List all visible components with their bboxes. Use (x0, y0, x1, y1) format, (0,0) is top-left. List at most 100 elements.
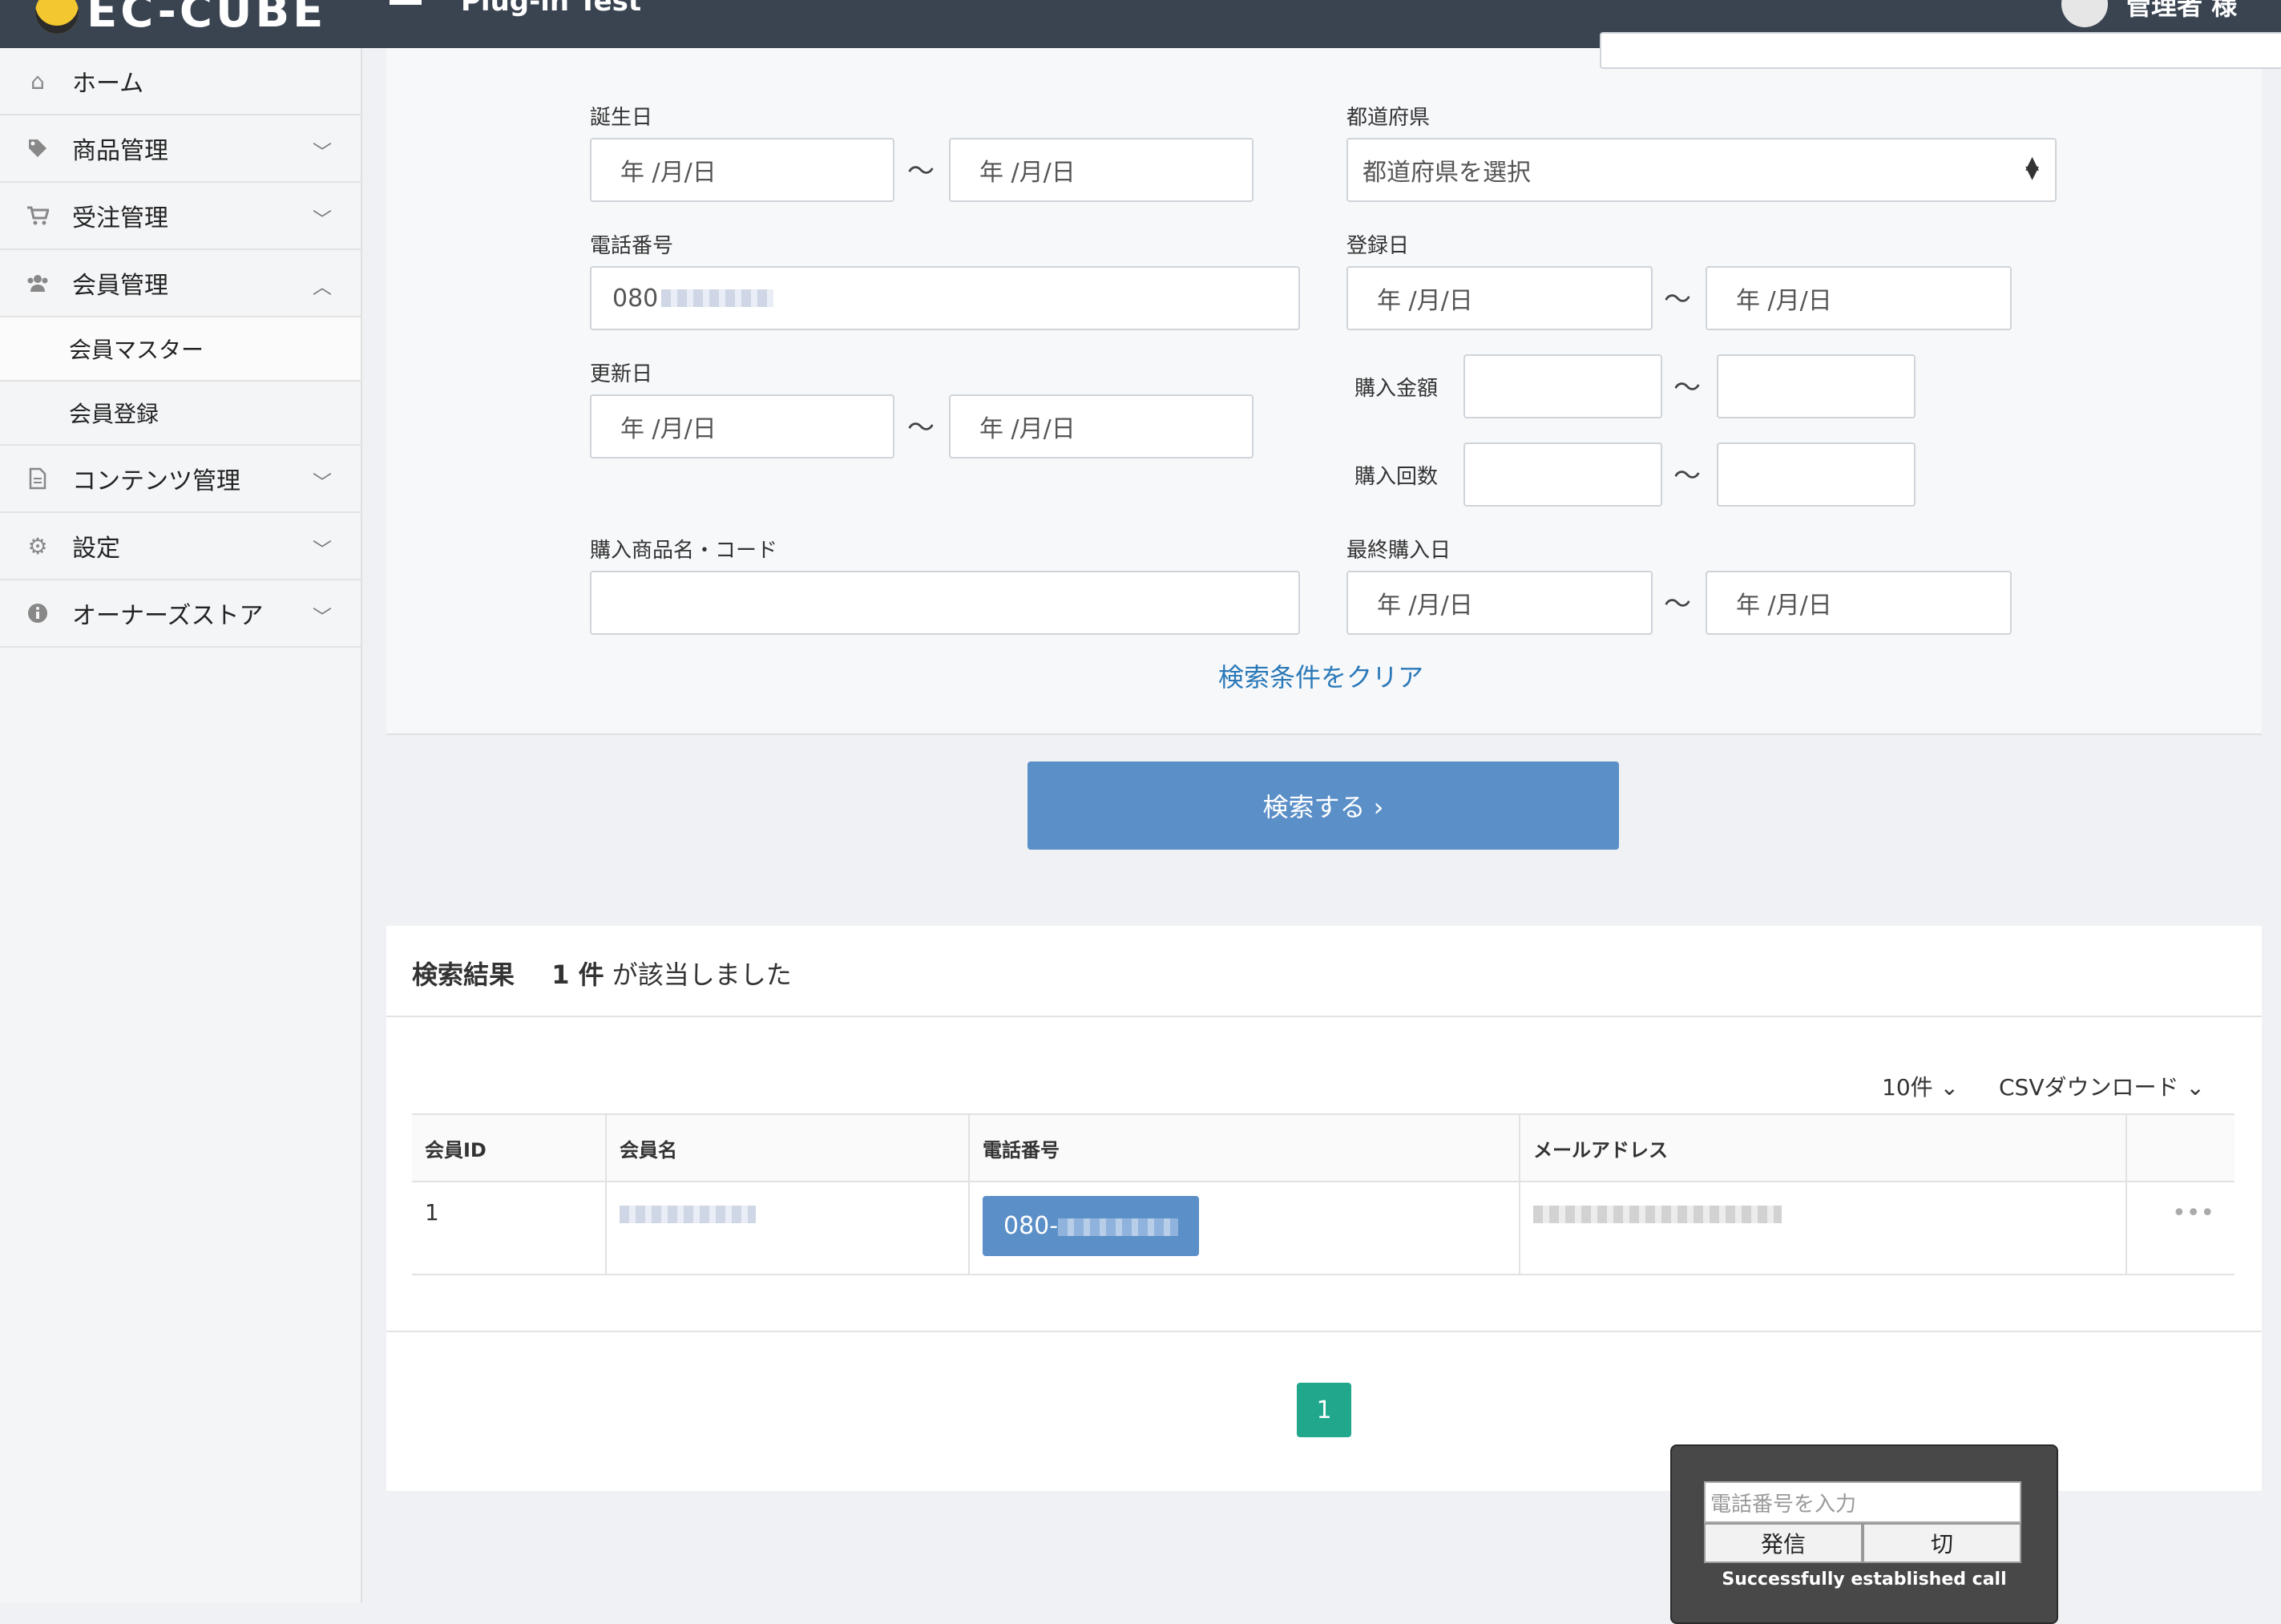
logo[interactable]: EC-CUBE (35, 0, 326, 38)
home-icon: ⌂ (30, 67, 45, 95)
phone-call-button[interactable]: 080- (983, 1196, 1200, 1256)
sidebar-item-label: 会員管理 (72, 272, 168, 300)
member-id-cell: 1 (412, 1182, 607, 1275)
divider (386, 1016, 2262, 1017)
sidebar-item-label: 受注管理 (72, 204, 168, 232)
phone-value: 080 (612, 284, 659, 313)
info-icon (26, 601, 50, 625)
phone-cell: 080- (969, 1182, 1520, 1275)
chevron-down-icon: ﹀ (313, 471, 332, 494)
purchase-count-max-input[interactable] (1717, 442, 1916, 507)
sidebar: ⌂ ホーム 商品管理 ﹀ 受注管理 ﹀ 会員管理 ︿ 会員マスター 会員登録 コ… (0, 48, 362, 1603)
phone-masked (1058, 1218, 1179, 1236)
sidebar-item-label: 設定 (72, 535, 120, 563)
purchase-count-label: 購入回数 (1354, 465, 1439, 489)
sidebar-item-orders[interactable]: 受注管理 ﹀ (0, 183, 361, 250)
birthday-end-input[interactable]: 年 /月/日 (949, 138, 1254, 202)
menu-icon[interactable] (390, 0, 422, 14)
more-actions-icon[interactable]: ••• (2140, 1199, 2234, 1227)
results-title: 検索結果 (412, 959, 515, 990)
registered-label: 登録日 (1346, 234, 1410, 258)
hangup-button[interactable]: 切 (1863, 1523, 2021, 1563)
product-label: 購入商品名・コード (590, 539, 778, 563)
prefecture-value: 都道府県を選択 (1363, 159, 1531, 187)
updated-start-input[interactable]: 年 /月/日 (590, 394, 894, 459)
range-tilde: 〜 (1664, 284, 1691, 316)
user-name[interactable]: 管理者 様 (2126, 0, 2237, 22)
column-header (2126, 1113, 2235, 1182)
sidebar-item-member-register[interactable]: 会員登録 (0, 382, 361, 446)
updated-end-input[interactable]: 年 /月/日 (949, 394, 1254, 459)
chevron-down-icon: ﹀ (313, 141, 332, 164)
sidebar-item-members[interactable]: 会員管理 ︿ (0, 250, 361, 317)
tag-icon (26, 136, 50, 160)
results-table: 会員ID 会員名 電話番号 メールアドレス 1 080- ••• (412, 1113, 2235, 1275)
phone-input[interactable]: 080 (590, 266, 1300, 330)
clear-conditions-link[interactable]: 検索条件をクリア (1218, 657, 1423, 694)
last-purchase-label: 最終購入日 (1346, 539, 1451, 563)
partial-select-top[interactable] (1600, 32, 2281, 69)
column-header: メールアドレス (1520, 1113, 2127, 1182)
divider (386, 1331, 2262, 1332)
phone-label: 電話番号 (590, 234, 674, 258)
birthday-start-input[interactable]: 年 /月/日 (590, 138, 894, 202)
range-tilde: 〜 (1664, 588, 1691, 620)
purchase-amount-label: 購入金額 (1354, 377, 1439, 401)
brand-text: EC-CUBE (87, 0, 327, 38)
chevron-down-icon: ﹀ (313, 606, 332, 628)
cart-icon (26, 204, 50, 228)
results-count: 1 件 (551, 959, 604, 990)
prefecture-label: 都道府県 (1346, 106, 1431, 130)
per-page-select[interactable]: 10件 ⌄ (1882, 1070, 1959, 1102)
last-purchase-end-input[interactable]: 年 /月/日 (1706, 571, 2012, 635)
column-header: 会員名 (606, 1113, 970, 1182)
chevron-down-icon: ﹀ (313, 539, 332, 561)
results-suffix: が該当しました (612, 959, 792, 990)
shop-title: Plug-in Test (461, 0, 642, 18)
column-header: 会員ID (412, 1113, 607, 1182)
actions-cell: ••• (2126, 1182, 2235, 1275)
search-panel: 誕生日 年 /月/日 〜 年 /月/日 都道府県 都道府県を選択 ▲ ▼ 電話番号… (386, 32, 2281, 735)
purchase-amount-max-input[interactable] (1717, 354, 1916, 418)
sidebar-item-member-master[interactable]: 会員マスター (0, 317, 361, 382)
purchase-count-min-input[interactable] (1463, 442, 1662, 507)
phone-widget: 電話番号を入力 発信 切 Successfully established ca… (1670, 1444, 2058, 1624)
last-purchase-start-input[interactable]: 年 /月/日 (1346, 571, 1653, 635)
select-arrows-icon: ▲ ▼ (2025, 153, 2039, 183)
sidebar-item-settings[interactable]: ⚙ 設定 ﹀ (0, 513, 361, 580)
search-button[interactable]: 検索する › (1027, 762, 1619, 850)
range-tilde: 〜 (1673, 372, 1701, 404)
logo-mark-icon (35, 0, 79, 34)
registered-start-input[interactable]: 年 /月/日 (1346, 266, 1653, 330)
phone-number: 080- (1003, 1212, 1059, 1240)
purchase-amount-min-input[interactable] (1463, 354, 1662, 418)
csv-download-dropdown[interactable]: CSVダウンロード ⌄ (1999, 1070, 2205, 1102)
phone-masked (661, 289, 774, 307)
registered-end-input[interactable]: 年 /月/日 (1706, 266, 2012, 330)
sidebar-item-owners-store[interactable]: オーナーズストア ﹀ (0, 580, 361, 648)
range-tilde: 〜 (1673, 460, 1701, 492)
phone-number-input[interactable]: 電話番号を入力 (1704, 1481, 2021, 1523)
results-panel: 検索結果 1 件 が該当しました 10件 ⌄ CSVダウンロード ⌄ 会員ID … (386, 926, 2262, 1491)
sidebar-item-label: オーナーズストア (72, 602, 264, 630)
column-header: 電話番号 (969, 1113, 1520, 1182)
range-tilde: 〜 (907, 412, 935, 444)
sidebar-item-label: 商品管理 (72, 137, 168, 165)
users-icon (26, 271, 50, 295)
range-tilde: 〜 (907, 156, 935, 188)
document-icon (26, 467, 50, 491)
table-header-row: 会員ID 会員名 電話番号 メールアドレス (412, 1113, 2235, 1182)
product-input[interactable] (590, 571, 1300, 635)
sidebar-item-label: コンテンツ管理 (72, 467, 240, 495)
results-header: 検索結果 1 件 が該当しました (412, 955, 792, 992)
sidebar-item-contents[interactable]: コンテンツ管理 ﹀ (0, 446, 361, 513)
pagination-page-1[interactable]: 1 (1297, 1383, 1351, 1437)
sidebar-item-products[interactable]: 商品管理 ﹀ (0, 115, 361, 183)
avatar[interactable] (2061, 0, 2108, 27)
sidebar-item-home[interactable]: ⌂ ホーム (0, 48, 361, 115)
birthday-label: 誕生日 (590, 106, 653, 130)
call-button[interactable]: 発信 (1704, 1523, 1863, 1563)
prefecture-select[interactable]: 都道府県を選択 ▲ ▼ (1346, 138, 2057, 202)
chevron-down-icon: ﹀ (313, 208, 332, 231)
member-name-masked[interactable] (620, 1206, 756, 1223)
